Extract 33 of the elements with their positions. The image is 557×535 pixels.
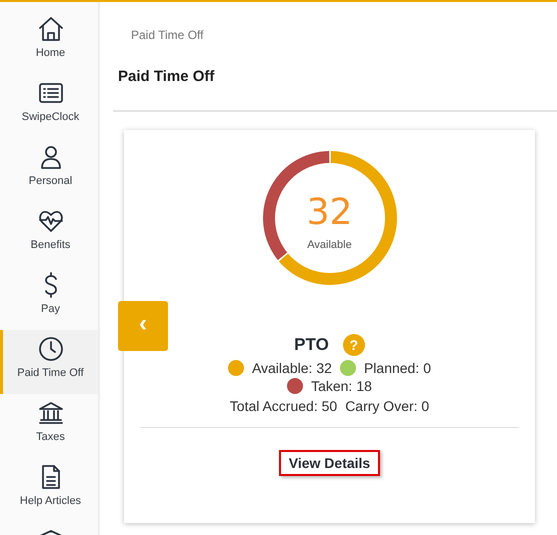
total-text: Total Accrued: 50 [230,398,338,414]
sidebar-label: Home [36,47,66,59]
sidebar-item[interactable]: Help Articles [0,458,98,522]
sidebar-item[interactable]: Personal [0,138,98,202]
sidebar-item[interactable]: Pay [0,266,98,330]
plan-name: PTO [294,335,329,355]
sidebar-label: SwipeClock [22,111,80,123]
legend-label: Available: [252,360,312,376]
bank-icon [36,399,64,427]
sidebar-label: Help Articles [20,495,82,507]
sidebar-label: Benefits [30,239,70,251]
available-count: 32 [306,192,352,232]
sidebar-item[interactable]: Paid Time Off [0,330,98,394]
sidebar-label: Pay [41,303,60,315]
sidebar-item[interactable]: SwipeClock [0,74,98,138]
view-details-button[interactable]: View Details [278,450,380,476]
legend-value: 0 [423,360,432,376]
breadcrumb[interactable]: Paid Time Off [131,28,557,42]
sidebar-label: Paid Time Off [17,367,84,379]
legend-value: 18 [356,378,372,394]
sidebar-label: Personal [28,175,72,187]
legend-label: Taken: [311,378,352,394]
clock-icon [36,335,64,363]
available-label: Available [307,238,352,250]
sidebar-item[interactable]: Benefits [0,202,98,266]
legend-label: Planned: [364,360,420,376]
sidebar-item[interactable]: Home [0,10,98,74]
home-icon [36,15,64,43]
total-text: Carry Over: 0 [345,398,430,414]
page-title: Paid Time Off [118,68,216,85]
sidebar-label: Taxes [36,431,65,443]
sidebar-item[interactable]: Taxes [0,394,98,458]
legend-value: 32 [316,360,332,376]
